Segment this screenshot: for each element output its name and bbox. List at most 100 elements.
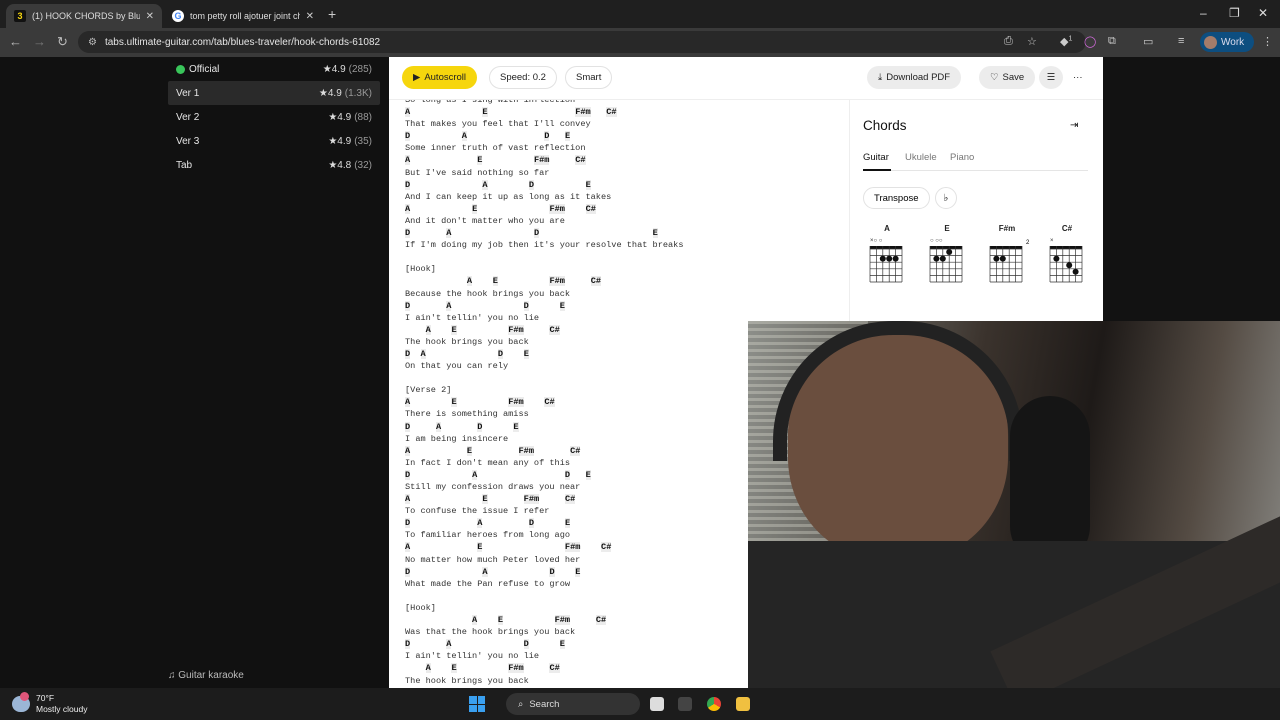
- chord[interactable]: E: [523, 348, 529, 359]
- chord[interactable]: D: [564, 469, 571, 480]
- chord[interactable]: A: [405, 542, 411, 553]
- chord[interactable]: A: [405, 107, 411, 118]
- chord[interactable]: F#m: [549, 276, 565, 287]
- chord[interactable]: E: [564, 518, 571, 529]
- autoscroll-button[interactable]: ▶ Autoscroll: [402, 66, 478, 89]
- chord[interactable]: A: [435, 421, 442, 432]
- chord[interactable]: F#m: [508, 324, 524, 335]
- chord[interactable]: D: [477, 421, 483, 432]
- extension-icon[interactable]: ◆1: [1060, 35, 1072, 48]
- chord[interactable]: E: [492, 276, 498, 287]
- chord[interactable]: F#m: [508, 397, 524, 408]
- collapse-panel-icon[interactable]: ⇥: [1070, 120, 1078, 131]
- chord[interactable]: C#: [601, 542, 612, 553]
- chord[interactable]: E: [575, 566, 581, 577]
- speed-button[interactable]: Speed: 0.2: [489, 66, 557, 89]
- chord[interactable]: D: [405, 518, 411, 529]
- chord[interactable]: C#: [564, 494, 576, 505]
- chord[interactable]: D: [405, 300, 411, 311]
- chord[interactable]: D: [405, 566, 411, 577]
- chord[interactable]: A: [405, 155, 411, 166]
- chord[interactable]: A: [482, 179, 488, 190]
- transpose-button[interactable]: Transpose: [863, 187, 930, 209]
- chord[interactable]: A: [466, 276, 473, 287]
- windows-start-icon[interactable]: [469, 696, 485, 712]
- chord[interactable]: C#: [544, 397, 555, 408]
- chord[interactable]: A: [405, 203, 411, 214]
- install-app-icon[interactable]: ⎙: [1004, 35, 1013, 48]
- chord[interactable]: C#: [549, 663, 560, 674]
- chord[interactable]: E: [585, 469, 591, 480]
- media-control-icon[interactable]: ≡: [1178, 35, 1184, 47]
- chord[interactable]: E: [585, 179, 591, 190]
- version-item[interactable]: Tab ★4.8 (32): [168, 153, 380, 177]
- task-view-icon[interactable]: [650, 697, 664, 711]
- chord[interactable]: A: [472, 615, 478, 626]
- chord[interactable]: A: [425, 663, 431, 674]
- browser-menu-icon[interactable]: ⋮: [1262, 35, 1273, 48]
- guitar-karaoke-link[interactable]: ♫ Guitar karaoke: [168, 670, 244, 681]
- chord[interactable]: E: [472, 203, 478, 214]
- reading-mode-icon[interactable]: ▭: [1143, 35, 1153, 48]
- chord[interactable]: C#: [575, 155, 586, 166]
- flat-toggle-button[interactable]: ♭: [935, 187, 957, 209]
- chord[interactable]: C#: [606, 107, 617, 118]
- chord[interactable]: E: [482, 107, 488, 118]
- chord[interactable]: D: [549, 566, 555, 577]
- chord[interactable]: A: [477, 518, 483, 529]
- chord[interactable]: E: [451, 397, 457, 408]
- add-to-playlist-button[interactable]: ☰: [1039, 66, 1063, 89]
- chord[interactable]: E: [477, 155, 483, 166]
- tab-ukulele[interactable]: Ukulele: [905, 152, 937, 163]
- more-options-button[interactable]: ···: [1073, 66, 1083, 89]
- chord[interactable]: D: [405, 228, 411, 239]
- back-icon[interactable]: ←: [9, 34, 22, 49]
- chord[interactable]: F#m: [518, 445, 534, 456]
- chord[interactable]: F#m: [533, 155, 550, 166]
- profile-button[interactable]: Work: [1200, 32, 1254, 52]
- chord[interactable]: A: [446, 228, 452, 239]
- version-item[interactable]: Ver 1 ★4.9 (1.3K): [168, 81, 380, 105]
- chord[interactable]: F#m: [575, 107, 591, 118]
- chord[interactable]: D: [497, 348, 504, 359]
- chord[interactable]: A: [461, 131, 467, 142]
- chord[interactable]: A: [405, 397, 411, 408]
- chord[interactable]: E: [451, 324, 457, 335]
- save-button[interactable]: ♡ Save: [979, 66, 1036, 89]
- chord[interactable]: D: [523, 639, 529, 650]
- chord[interactable]: A: [420, 348, 426, 359]
- bookmark-star-icon[interactable]: ☆: [1027, 35, 1037, 48]
- chord[interactable]: A: [405, 445, 411, 456]
- chord[interactable]: E: [513, 421, 519, 432]
- tab-piano[interactable]: Piano: [950, 152, 974, 163]
- chord[interactable]: F#m: [549, 203, 565, 214]
- chord[interactable]: D: [405, 348, 411, 359]
- chord[interactable]: E: [477, 542, 483, 553]
- weather-widget[interactable]: 70°F Mostly cloudy: [12, 692, 88, 715]
- forward-icon[interactable]: →: [33, 34, 46, 49]
- chord[interactable]: E: [466, 445, 473, 456]
- chord[interactable]: D: [405, 639, 411, 650]
- new-tab-button[interactable]: +: [328, 6, 336, 22]
- browser-tab-active[interactable]: 3 (1) HOOK CHORDS by Blues Tra ✕: [6, 4, 162, 28]
- smart-button[interactable]: Smart: [565, 66, 613, 89]
- chord[interactable]: D: [523, 300, 529, 311]
- chord-diagram[interactable]: A ×○ ○: [866, 224, 908, 290]
- chord-diagram[interactable]: C# ×: [1046, 224, 1088, 290]
- chord[interactable]: A: [446, 639, 452, 650]
- chord[interactable]: C#: [549, 324, 560, 335]
- chord[interactable]: D: [528, 179, 534, 190]
- close-tab-icon[interactable]: ✕: [306, 11, 314, 22]
- chord[interactable]: F#m: [564, 542, 581, 553]
- version-item[interactable]: Official ★4.9 (285): [168, 57, 380, 81]
- chord[interactable]: E: [482, 494, 488, 505]
- version-item[interactable]: Ver 3 ★4.9 (35): [168, 129, 380, 153]
- chord[interactable]: A: [482, 566, 488, 577]
- chord[interactable]: E: [451, 663, 457, 674]
- chord[interactable]: D: [533, 228, 540, 239]
- chord-diagram[interactable]: E ○ ○○: [926, 224, 968, 290]
- chord[interactable]: D: [544, 131, 550, 142]
- chord[interactable]: E: [559, 300, 565, 311]
- tab-guitar[interactable]: Guitar: [863, 152, 889, 163]
- chord[interactable]: E: [652, 228, 658, 239]
